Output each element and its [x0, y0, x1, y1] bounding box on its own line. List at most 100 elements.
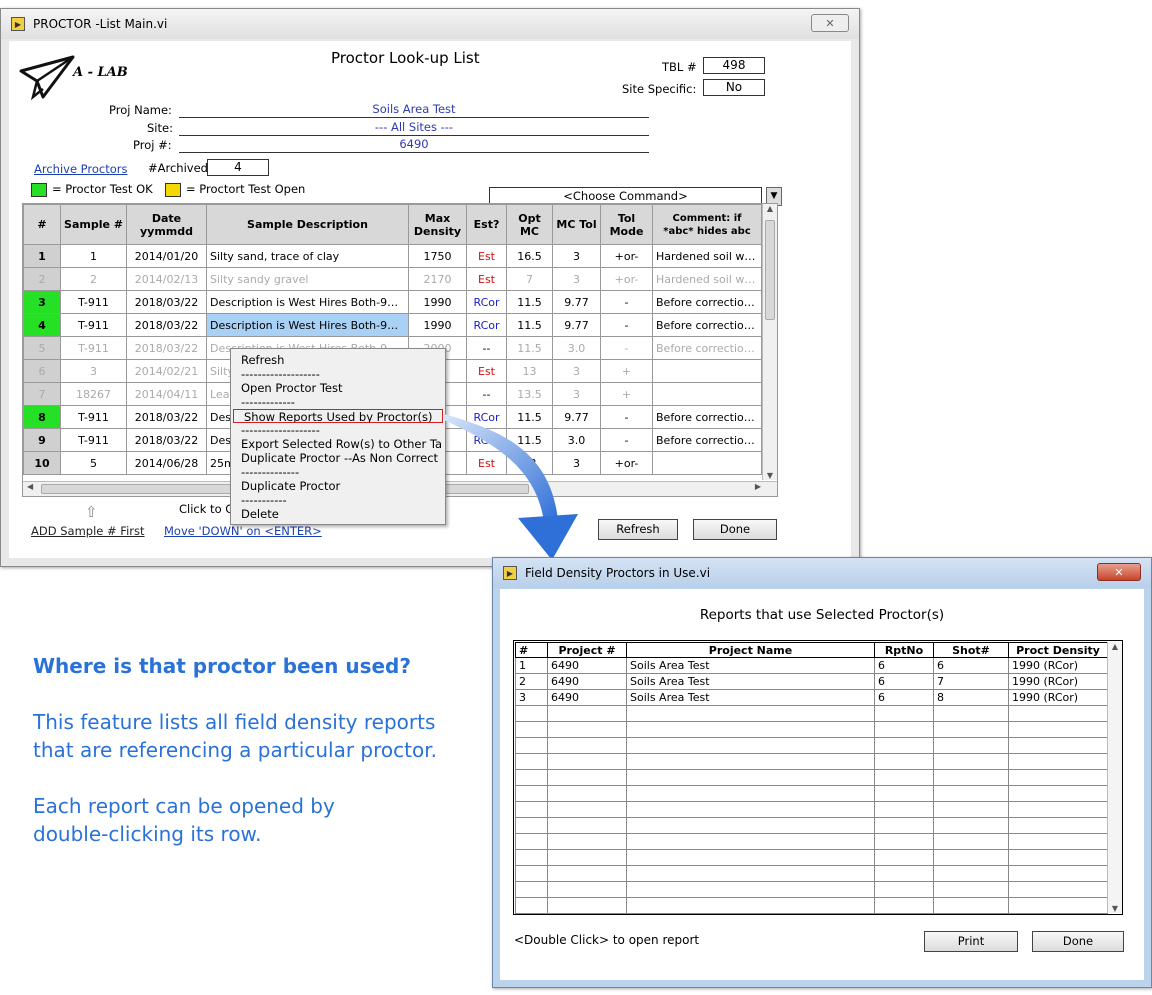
empty-cell[interactable] [515, 817, 548, 834]
move-down-link[interactable]: Move 'DOWN' on <ENTER> [164, 524, 322, 538]
cell-sample[interactable]: 1 [60, 244, 127, 268]
empty-cell[interactable] [547, 785, 627, 802]
cell-opt[interactable]: 13.5 [506, 382, 553, 406]
empty-table-row[interactable] [515, 849, 1108, 866]
cell-comment[interactable]: Before correction... [652, 313, 762, 337]
table-vertical-scrollbar[interactable]: ▲ ▼ [762, 204, 777, 480]
cell-rptno[interactable]: 6 [874, 673, 934, 690]
menu-item-export[interactable]: Export Selected Row(s) to Other Ta [231, 437, 445, 451]
up-arrow-icon[interactable]: ⇧ [85, 503, 98, 521]
col-header[interactable]: Sample Description [206, 204, 409, 245]
cell-sample[interactable]: T-911 [60, 313, 127, 337]
empty-cell[interactable] [1008, 721, 1108, 738]
empty-cell[interactable] [1008, 849, 1108, 866]
empty-cell[interactable] [626, 705, 875, 722]
cell-maxd[interactable]: 1990 [408, 290, 467, 314]
done-button[interactable]: Done [693, 519, 777, 540]
title-bar[interactable]: ▶ PROCTOR -List Main.vi ✕ [1, 9, 859, 39]
empty-cell[interactable] [547, 721, 627, 738]
scroll-down-icon[interactable]: ▼ [763, 471, 777, 480]
cell-comment[interactable]: Before correction... [652, 290, 762, 314]
cell-sample[interactable]: 18267 [60, 382, 127, 406]
scroll-down-icon[interactable]: ▼ [1108, 904, 1122, 913]
empty-cell[interactable] [515, 865, 548, 882]
empty-cell[interactable] [547, 769, 627, 786]
cell-date[interactable]: 2014/01/20 [126, 244, 207, 268]
empty-cell[interactable] [547, 833, 627, 850]
empty-cell[interactable] [1008, 881, 1108, 898]
empty-cell[interactable] [874, 753, 934, 770]
empty-cell[interactable] [515, 753, 548, 770]
cell-desc[interactable]: Silty sandy gravel [206, 267, 409, 291]
cell-proct-density[interactable]: 1990 (RCor) [1008, 673, 1108, 690]
cell-tol[interactable]: - [600, 428, 653, 452]
empty-cell[interactable] [1008, 865, 1108, 882]
cell-date[interactable]: 2018/03/22 [126, 290, 207, 314]
empty-cell[interactable] [874, 721, 934, 738]
menu-item-open-proctor[interactable]: Open Proctor Test [231, 381, 445, 395]
empty-table-row[interactable] [515, 705, 1108, 722]
empty-cell[interactable] [933, 721, 1009, 738]
cell-comment[interactable] [652, 382, 762, 406]
empty-cell[interactable] [626, 881, 875, 898]
cell-est[interactable]: Est [466, 244, 507, 268]
cell-maxd[interactable]: 1990 [408, 313, 467, 337]
empty-cell[interactable] [547, 705, 627, 722]
empty-cell[interactable] [626, 737, 875, 754]
cell-maxd[interactable]: 2170 [408, 267, 467, 291]
table-row[interactable]: 3 6490 Soils Area Test 6 8 1990 (RCor) [515, 689, 1108, 706]
empty-cell[interactable] [874, 705, 934, 722]
done-button[interactable]: Done [1032, 931, 1124, 952]
cell-est[interactable]: RCor [466, 313, 507, 337]
table-row[interactable]: 2 2 2014/02/13 Silty sandy gravel 2170 E… [23, 267, 762, 291]
col-header[interactable]: Tol Mode [600, 204, 653, 245]
table-row[interactable]: 1 1 2014/01/20 Silty sand, trace of clay… [23, 244, 762, 268]
cell-mctol[interactable]: 3 [552, 244, 601, 268]
menu-item-duplicate[interactable]: Duplicate Proctor [231, 479, 445, 493]
col-header[interactable]: Proct Density [1008, 642, 1108, 658]
close-icon[interactable]: ✕ [811, 14, 849, 32]
cell-tol[interactable]: + [600, 382, 653, 406]
cell-project-num[interactable]: 6490 [547, 673, 627, 690]
cell-project-num[interactable]: 6490 [547, 657, 627, 674]
empty-cell[interactable] [933, 785, 1009, 802]
empty-cell[interactable] [874, 769, 934, 786]
table-row[interactable]: 3 T-911 2018/03/22 Description is West H… [23, 290, 762, 314]
cell-est[interactable]: RCor [466, 290, 507, 314]
refresh-button[interactable]: Refresh [598, 519, 678, 540]
cell-maxd[interactable]: 1750 [408, 244, 467, 268]
cell-date[interactable]: 2014/02/13 [126, 267, 207, 291]
col-header[interactable]: MC Tol [552, 204, 601, 245]
empty-cell[interactable] [933, 769, 1009, 786]
empty-cell[interactable] [933, 817, 1009, 834]
cell-est[interactable]: -- [466, 382, 507, 406]
empty-cell[interactable] [874, 833, 934, 850]
col-header[interactable]: Comment: if *abc* hides abc [652, 204, 762, 245]
empty-table-row[interactable] [515, 833, 1108, 850]
col-header[interactable]: RptNo [874, 642, 934, 658]
col-header[interactable]: Est? [466, 204, 507, 245]
empty-cell[interactable] [1008, 769, 1108, 786]
col-header[interactable]: Opt MC [506, 204, 553, 245]
cell-mctol[interactable]: 9.77 [552, 313, 601, 337]
cell-shot[interactable]: 7 [933, 673, 1009, 690]
empty-cell[interactable] [933, 833, 1009, 850]
table-row[interactable]: 1 6490 Soils Area Test 6 6 1990 (RCor) [515, 657, 1108, 674]
empty-cell[interactable] [547, 881, 627, 898]
site-field[interactable]: --- All Sites --- [179, 119, 649, 136]
empty-cell[interactable] [1008, 897, 1108, 914]
empty-cell[interactable] [933, 897, 1009, 914]
col-header[interactable]: Sample # [60, 204, 127, 245]
archive-proctors-link[interactable]: Archive Proctors [34, 162, 128, 176]
empty-cell[interactable] [626, 865, 875, 882]
cell-opt[interactable]: 11.5 [506, 290, 553, 314]
empty-cell[interactable] [933, 865, 1009, 882]
empty-cell[interactable] [874, 897, 934, 914]
empty-cell[interactable] [1008, 705, 1108, 722]
cell-opt[interactable]: 16.5 [506, 244, 553, 268]
empty-cell[interactable] [547, 897, 627, 914]
print-button[interactable]: Print [924, 931, 1018, 952]
empty-cell[interactable] [933, 881, 1009, 898]
cell-desc[interactable]: Description is West Hires Both-900 Thi..… [206, 290, 409, 314]
cell-date[interactable]: 2014/04/11 [126, 382, 207, 406]
